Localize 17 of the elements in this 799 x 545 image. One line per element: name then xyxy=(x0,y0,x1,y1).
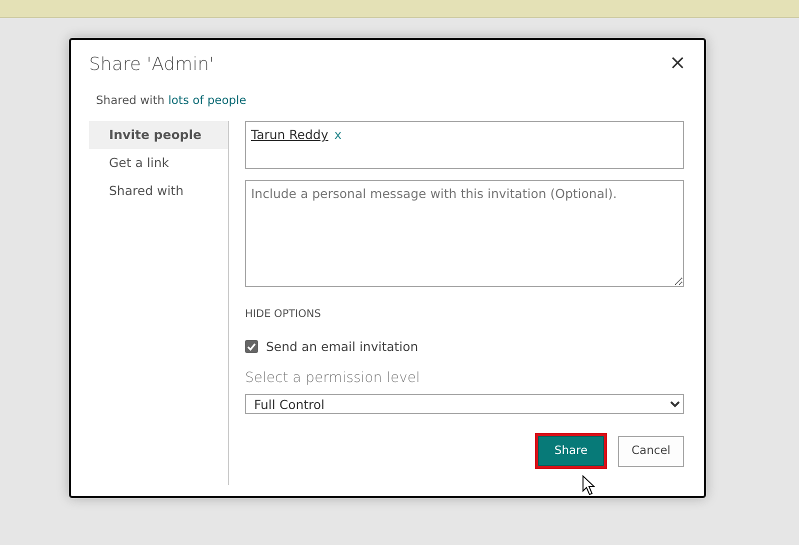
cancel-button[interactable]: Cancel xyxy=(618,436,684,466)
shared-with-link[interactable]: lots of people xyxy=(168,92,246,107)
close-button[interactable]: × xyxy=(665,50,690,74)
sidebar-tab[interactable]: Invite people xyxy=(89,121,228,149)
people-field[interactable]: Tarun Reddy x xyxy=(245,121,684,169)
message-field[interactable]: Include a personal message with this invitation (Optional). xyxy=(245,180,684,287)
permission-select[interactable]: Full Control xyxy=(245,394,684,414)
sidebar-tab[interactable]: Get a link xyxy=(89,149,228,177)
invitee-name: Tarun Reddy xyxy=(251,127,328,142)
email-checkbox-label: Send an email invitation xyxy=(266,338,418,356)
email-checkbox[interactable] xyxy=(245,340,258,354)
hide-options-link[interactable]: HIDE OPTIONS xyxy=(245,306,321,322)
shared-with-text: Shared with lots of people xyxy=(96,92,248,109)
permission-label: Select a permission level xyxy=(245,369,421,388)
sidebar-tab[interactable]: Shared with xyxy=(89,177,228,205)
remove-invitee-button[interactable]: x xyxy=(332,126,344,145)
dialog-title: Share 'Admin' xyxy=(89,54,214,76)
